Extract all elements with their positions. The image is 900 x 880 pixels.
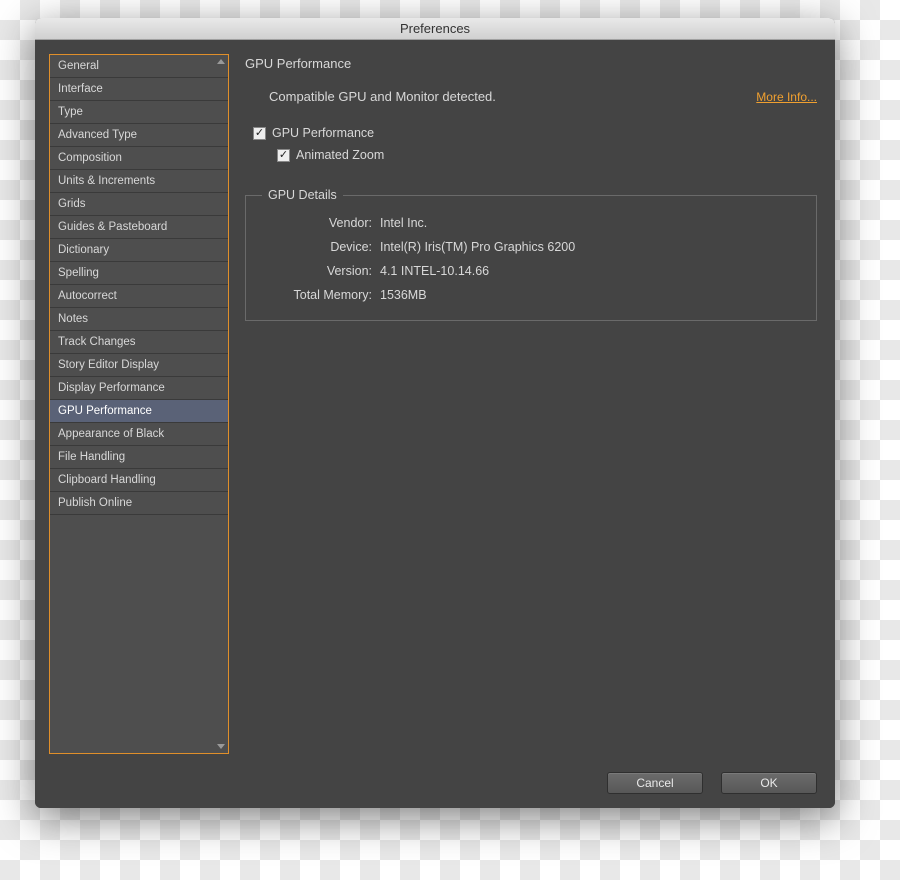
sidebar-item[interactable]: Guides & Pasteboard — [50, 216, 228, 239]
sidebar-item[interactable]: File Handling — [50, 446, 228, 469]
sidebar-item[interactable]: Publish Online — [50, 492, 228, 515]
version-value: 4.1 INTEL-10.14.66 — [380, 264, 800, 278]
titlebar: Preferences — [35, 18, 835, 40]
panel-title: GPU Performance — [245, 56, 817, 71]
sidebar-item[interactable]: Appearance of Black — [50, 423, 228, 446]
sidebar-item[interactable]: Grids — [50, 193, 228, 216]
window-title: Preferences — [400, 21, 470, 36]
scroll-up-icon[interactable] — [217, 59, 225, 64]
cancel-button[interactable]: Cancel — [607, 772, 703, 794]
sidebar-item[interactable]: Type — [50, 101, 228, 124]
content-panel: GPU Performance Compatible GPU and Monit… — [245, 54, 817, 754]
gpu-performance-checkbox-row[interactable]: ✓ GPU Performance — [253, 126, 817, 140]
gpu-status-text: Compatible GPU and Monitor detected. — [269, 89, 496, 104]
main-row: GeneralInterfaceTypeAdvanced TypeComposi… — [49, 54, 817, 754]
vendor-label: Vendor: — [262, 216, 372, 230]
scroll-down-icon[interactable] — [217, 744, 225, 749]
sidebar-list: GeneralInterfaceTypeAdvanced TypeComposi… — [50, 55, 228, 753]
button-row: Cancel OK — [49, 754, 817, 794]
checkbox-icon[interactable]: ✓ — [277, 149, 290, 162]
device-label: Device: — [262, 240, 372, 254]
gpu-details-group: GPU Details Vendor: Intel Inc. Device: I… — [245, 188, 817, 321]
sidebar-item[interactable]: Dictionary — [50, 239, 228, 262]
window-body: GeneralInterfaceTypeAdvanced TypeComposi… — [35, 40, 835, 808]
animated-zoom-checkbox-label: Animated Zoom — [296, 148, 384, 162]
sidebar-item[interactable]: Display Performance — [50, 377, 228, 400]
sidebar-item[interactable]: Spelling — [50, 262, 228, 285]
more-info-link[interactable]: More Info... — [756, 90, 817, 104]
device-value: Intel(R) Iris(TM) Pro Graphics 6200 — [380, 240, 800, 254]
sidebar-item[interactable]: Notes — [50, 308, 228, 331]
sidebar-item[interactable]: Interface — [50, 78, 228, 101]
ok-button[interactable]: OK — [721, 772, 817, 794]
sidebar: GeneralInterfaceTypeAdvanced TypeComposi… — [49, 54, 229, 754]
gpu-details-grid: Vendor: Intel Inc. Device: Intel(R) Iris… — [262, 216, 800, 302]
sidebar-item[interactable]: Composition — [50, 147, 228, 170]
sidebar-item[interactable]: Story Editor Display — [50, 354, 228, 377]
sidebar-item[interactable]: Clipboard Handling — [50, 469, 228, 492]
gpu-details-legend: GPU Details — [262, 188, 343, 202]
animated-zoom-checkbox-row[interactable]: ✓ Animated Zoom — [277, 148, 817, 162]
sidebar-item[interactable]: GPU Performance — [50, 400, 228, 423]
sidebar-item[interactable]: Units & Increments — [50, 170, 228, 193]
memory-value: 1536MB — [380, 288, 800, 302]
sidebar-item[interactable]: General — [50, 55, 228, 78]
sidebar-item[interactable]: Autocorrect — [50, 285, 228, 308]
vendor-value: Intel Inc. — [380, 216, 800, 230]
sidebar-item[interactable]: Advanced Type — [50, 124, 228, 147]
gpu-performance-checkbox-label: GPU Performance — [272, 126, 374, 140]
status-row: Compatible GPU and Monitor detected. Mor… — [269, 89, 817, 104]
sidebar-item[interactable]: Track Changes — [50, 331, 228, 354]
preferences-window: Preferences GeneralInterfaceTypeAdvanced… — [35, 18, 835, 808]
version-label: Version: — [262, 264, 372, 278]
memory-label: Total Memory: — [262, 288, 372, 302]
checkbox-icon[interactable]: ✓ — [253, 127, 266, 140]
